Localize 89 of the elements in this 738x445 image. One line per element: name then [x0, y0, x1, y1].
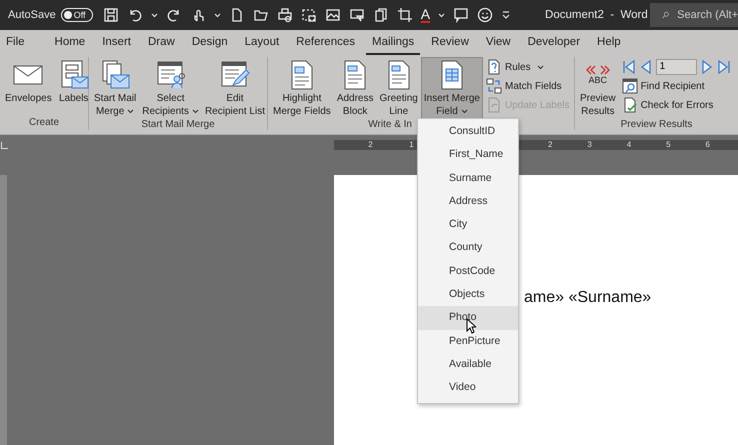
- ribbon-button[interactable]: Address Block: [334, 57, 376, 119]
- ribbon-button[interactable]: Rules: [486, 59, 570, 75]
- menu-item[interactable]: PostCode: [418, 260, 518, 284]
- caret-icon: [460, 108, 468, 114]
- ruler-number: 2: [548, 140, 552, 150]
- menu-item[interactable]: Available: [418, 352, 518, 376]
- ribbon-tab[interactable]: Insert: [96, 30, 137, 55]
- ribbon-button[interactable]: Start Mail Merge: [91, 57, 140, 119]
- next-record-icon: [700, 59, 714, 75]
- last-record-button[interactable]: [716, 59, 731, 75]
- ribbon-tab[interactable]: Developer: [522, 30, 586, 55]
- ribbon-button[interactable]: Highlight Merge Fields: [270, 57, 334, 119]
- record-number-field[interactable]: 1: [656, 59, 697, 75]
- ribbon-button[interactable]: Find Recipient: [622, 78, 731, 94]
- first-record-button[interactable]: [622, 59, 636, 75]
- slideshow-icon: [348, 7, 365, 23]
- update-labels-icon: [486, 97, 502, 113]
- check-errors-icon: [622, 97, 638, 113]
- match-fields-icon: [486, 78, 502, 94]
- customize-icon: [501, 10, 512, 20]
- group-label: Write & In: [367, 119, 413, 130]
- group-label: Preview Results: [620, 119, 694, 130]
- ribbon-button[interactable]: Greeting Line: [376, 57, 421, 119]
- caret-icon: [150, 12, 158, 18]
- menu-item[interactable]: ConsultID: [418, 120, 518, 144]
- previous-record-icon: [638, 59, 653, 75]
- menu-item[interactable]: PenPicture: [418, 330, 518, 353]
- ribbon-tab[interactable]: References: [290, 30, 361, 55]
- menu-item[interactable]: County: [418, 236, 518, 260]
- ruler-number: 6: [706, 140, 710, 150]
- ribbon-button[interactable]: Envelopes: [2, 57, 55, 117]
- font-color-button[interactable]: A: [420, 8, 430, 22]
- autosave-toggle[interactable]: Off: [60, 8, 93, 22]
- ribbon-tab[interactable]: Layout: [238, 30, 286, 55]
- ribbon-tab[interactable]: File: [0, 30, 31, 55]
- menu-item[interactable]: Video: [418, 376, 518, 400]
- abc-label: ABC: [588, 75, 608, 85]
- first-record-icon: [622, 59, 636, 75]
- crop-icon: [396, 7, 413, 23]
- menu-item[interactable]: Surname: [418, 166, 518, 190]
- ribbon-button[interactable]: Labels: [54, 57, 93, 117]
- ribbon-tab[interactable]: Design: [186, 30, 234, 55]
- smiley-icon: [477, 7, 494, 23]
- ribbon-button[interactable]: Select Recipients: [139, 57, 202, 119]
- ribbon-tab[interactable]: Draw: [142, 30, 181, 55]
- comment-icon: [453, 7, 470, 23]
- autosave-label: AutoSave: [8, 9, 56, 21]
- search-field[interactable]: Search (Alt+: [650, 3, 738, 27]
- ruler-number: 1: [409, 140, 414, 150]
- ribbon-button[interactable]: ABC Preview Results: [577, 57, 619, 119]
- ribbon-tab[interactable]: View: [480, 30, 517, 55]
- menu-item[interactable]: Objects: [418, 283, 518, 306]
- menu-item[interactable]: First_Name: [418, 143, 518, 167]
- ruler-number: 2: [368, 140, 373, 150]
- caret-icon: [536, 64, 544, 70]
- caret-icon: [438, 12, 446, 18]
- save-icon: [102, 7, 119, 23]
- ribbon-tab[interactable]: Review: [425, 30, 475, 55]
- caret-icon: [214, 12, 221, 18]
- ribbon-button[interactable]: Edit Recipient List: [202, 57, 268, 119]
- ribbon-tab[interactable]: Help: [591, 30, 627, 55]
- caret-icon: [127, 108, 134, 114]
- ribbon-button[interactable]: Check for Errors: [622, 97, 731, 113]
- menu-item[interactable]: City: [418, 213, 518, 236]
- previous-record-button[interactable]: [638, 59, 653, 75]
- find-recipient-icon: [622, 78, 638, 94]
- printer-icon: [276, 7, 293, 23]
- screenshot-icon: [300, 7, 317, 23]
- ribbon-tab[interactable]: Home: [48, 30, 92, 55]
- group-label: Start Mail Merge: [140, 119, 216, 130]
- recipient-list-icon: [154, 59, 187, 91]
- ribbon-button[interactable]: Match Fields: [486, 78, 570, 94]
- menu-item[interactable]: Photo: [418, 306, 518, 330]
- next-record-button[interactable]: [700, 59, 714, 75]
- ruler-number: 3: [587, 140, 592, 150]
- picture-icon: [324, 7, 341, 23]
- ribbon-button[interactable]: Insert Merge Field: [420, 57, 483, 119]
- pages-icon: [372, 7, 389, 23]
- menu-item[interactable]: Address: [418, 190, 518, 214]
- rules-icon: [486, 59, 502, 75]
- tab-stop-icon[interactable]: [1, 142, 8, 148]
- chevrons-icon: [584, 65, 611, 75]
- ruler-number: 4: [626, 140, 632, 150]
- group-label: Create: [28, 117, 60, 130]
- caret-icon: [192, 108, 199, 114]
- window-title: Document2 - Word: [545, 9, 648, 21]
- ruler-number: 5: [666, 140, 671, 150]
- merge-field-text: ame» «Surname»: [524, 289, 652, 306]
- last-record-icon: [716, 59, 731, 75]
